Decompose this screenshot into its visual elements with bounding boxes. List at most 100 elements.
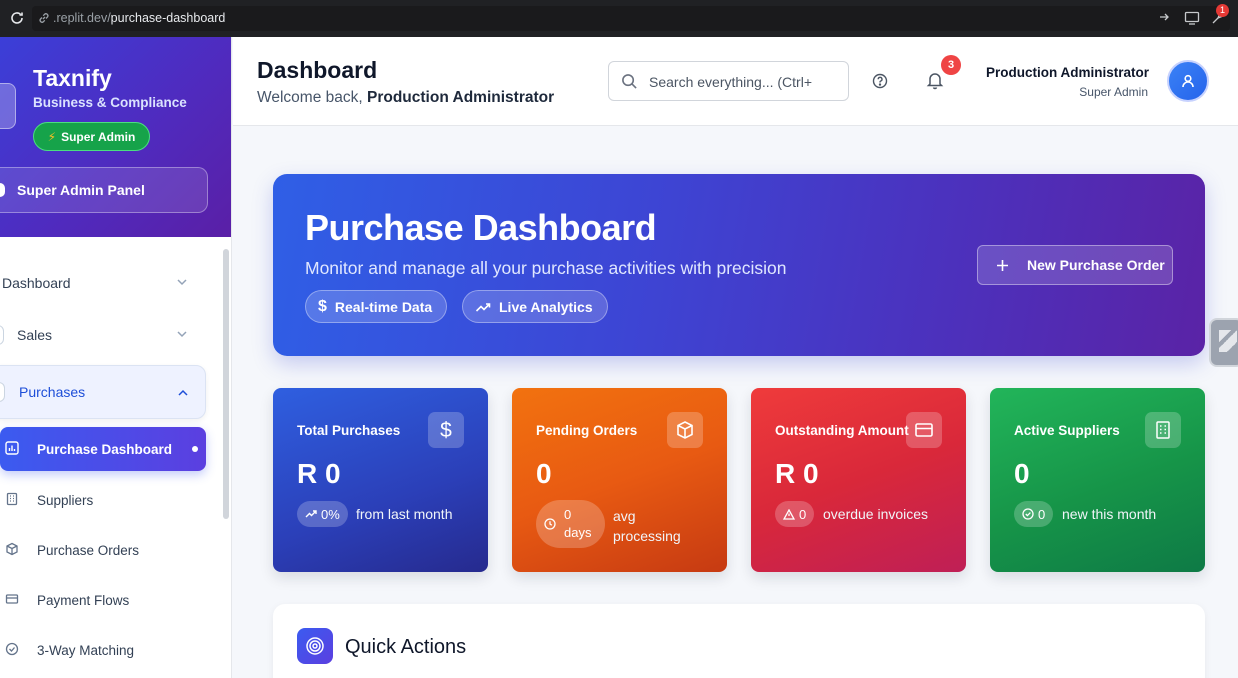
dollar-icon: $ bbox=[318, 297, 327, 315]
building-icon bbox=[1145, 412, 1181, 448]
sidebar-item-label: Dashboard bbox=[2, 275, 71, 291]
bar-chart-icon bbox=[5, 441, 19, 455]
user-name: Production Administrator bbox=[986, 65, 1150, 80]
days-value: 0 bbox=[564, 507, 572, 523]
stat-title: Outstanding Amount bbox=[775, 423, 909, 438]
welcome-prefix: Welcome back, bbox=[257, 89, 363, 106]
role-badge: ⚡ Super Admin bbox=[33, 122, 150, 151]
search-icon bbox=[622, 74, 637, 89]
sidebar-item-sales[interactable]: Sales bbox=[0, 311, 206, 359]
plus-icon bbox=[997, 259, 1008, 271]
check-circle-icon bbox=[5, 642, 19, 656]
overdue-chip: 0 bbox=[775, 501, 815, 527]
url-text: .replit.dev/purchase-dashboard bbox=[53, 11, 226, 25]
new-purchase-order-button[interactable]: New Purchase Order bbox=[977, 245, 1173, 285]
user-icon bbox=[1182, 74, 1194, 88]
stat-note-line1: avg bbox=[613, 508, 636, 524]
quick-actions-section: Quick Actions bbox=[273, 604, 1205, 678]
trending-up-icon bbox=[475, 302, 491, 312]
alert-triangle-icon bbox=[783, 508, 795, 520]
realtime-data-label: Real-time Data bbox=[334, 298, 433, 315]
extension-badge: 1 bbox=[1216, 4, 1229, 17]
welcome-text: Welcome back, Production Administrator bbox=[257, 89, 554, 107]
avatar[interactable] bbox=[1167, 60, 1209, 102]
welcome-name: Production Administrator bbox=[366, 89, 555, 106]
link-icon bbox=[39, 13, 49, 23]
stat-card-outstanding-amount: Outstanding Amount R 0 0 overdue invoice… bbox=[751, 388, 966, 572]
sidebar-item-suppliers[interactable]: Suppliers bbox=[0, 481, 206, 519]
stat-card-active-suppliers: Active Suppliers 0 0 new this month bbox=[990, 388, 1205, 572]
sidebar-scrollbar[interactable] bbox=[223, 249, 229, 519]
stat-value: 0 bbox=[536, 458, 552, 489]
top-header: Dashboard Welcome back, Production Admin… bbox=[233, 37, 1238, 126]
sidebar-item-purchase-orders[interactable]: Purchase Orders bbox=[0, 531, 206, 569]
search-box[interactable] bbox=[608, 61, 849, 101]
stat-title: Total Purchases bbox=[297, 423, 401, 438]
chevron-up-icon bbox=[178, 389, 188, 396]
trending-up-icon bbox=[305, 510, 317, 518]
stat-card-pending-orders: Pending Orders 0 0 days avg processing bbox=[512, 388, 727, 572]
browser-toolbar: .replit.dev/purchase-dashboard 1 bbox=[0, 0, 1238, 37]
clock-icon bbox=[544, 518, 556, 530]
role-badge-label: Super Admin bbox=[61, 129, 136, 144]
stat-value: R 0 bbox=[297, 458, 341, 489]
sidebar-item-label: Purchases bbox=[19, 384, 86, 400]
arrow-right-icon[interactable] bbox=[1158, 10, 1170, 24]
sidebar-item-purchases[interactable]: Purchases bbox=[0, 365, 206, 419]
live-analytics-label: Live Analytics bbox=[499, 298, 593, 315]
target-icon bbox=[297, 628, 333, 664]
lightning-icon: ⚡ bbox=[47, 129, 57, 144]
overdue-count: 0 bbox=[799, 506, 807, 522]
credit-card-icon bbox=[906, 412, 942, 448]
stat-value: R 0 bbox=[775, 458, 819, 489]
brand-subtitle: Business & Compliance bbox=[33, 95, 187, 110]
floating-widget[interactable] bbox=[1209, 318, 1238, 367]
stat-title: Pending Orders bbox=[536, 423, 638, 438]
help-icon[interactable] bbox=[872, 73, 888, 89]
trend-value: 0% bbox=[321, 506, 340, 522]
sidebar-item-dashboard[interactable]: Dashboard bbox=[0, 259, 206, 307]
bell-icon[interactable] bbox=[925, 70, 945, 90]
stat-note-line2: processing bbox=[613, 528, 681, 545]
sales-icon bbox=[0, 325, 4, 345]
package-icon bbox=[667, 412, 703, 448]
widget-icon bbox=[1219, 330, 1237, 352]
chevron-down-icon bbox=[177, 331, 187, 338]
sidebar-item-label: Sales bbox=[17, 327, 53, 343]
address-bar[interactable]: .replit.dev/purchase-dashboard bbox=[32, 6, 1230, 31]
purchases-icon bbox=[0, 382, 5, 402]
sidebar-item-purchase-dashboard[interactable]: Purchase Dashboard bbox=[0, 427, 206, 471]
live-analytics-pill: Live Analytics bbox=[462, 290, 608, 323]
stat-note: overdue invoices bbox=[823, 506, 929, 522]
dollar-icon: $ bbox=[428, 412, 464, 448]
new-purchase-order-label: New Purchase Order bbox=[1027, 257, 1165, 273]
sidebar-item-3-way-matching[interactable]: 3-Way Matching bbox=[0, 631, 206, 669]
sidebar-header: Taxnify Business & Compliance ⚡ Super Ad… bbox=[0, 37, 231, 237]
notification-badge: 3 bbox=[941, 55, 961, 75]
processing-days-chip: 0 days bbox=[536, 500, 606, 548]
chevron-down-icon bbox=[177, 279, 187, 286]
stat-note: from last month bbox=[356, 506, 453, 522]
sidebar-item-payment-flows[interactable]: Payment Flows bbox=[0, 581, 206, 619]
sidebar-item-label: Purchase Orders bbox=[37, 542, 140, 558]
stat-title: Active Suppliers bbox=[1014, 423, 1120, 438]
reload-icon[interactable] bbox=[9, 10, 25, 26]
search-input[interactable] bbox=[649, 71, 841, 93]
stat-note: new this month bbox=[1062, 506, 1157, 522]
building-icon bbox=[6, 492, 18, 506]
hero-banner: Purchase Dashboard Monitor and manage al… bbox=[273, 174, 1205, 356]
page-title: Dashboard bbox=[257, 57, 378, 83]
sidebar: Taxnify Business & Compliance ⚡ Super Ad… bbox=[0, 37, 232, 678]
stat-note: avg processing bbox=[613, 506, 681, 547]
cast-icon[interactable] bbox=[1184, 10, 1200, 26]
hero-title: Purchase Dashboard bbox=[305, 207, 657, 248]
active-indicator bbox=[192, 446, 198, 452]
trend-chip: 0% bbox=[297, 501, 348, 527]
check-circle-icon bbox=[1022, 508, 1034, 520]
days-unit: days bbox=[564, 525, 592, 540]
package-icon bbox=[6, 542, 18, 556]
user-role: Super Admin bbox=[1079, 85, 1148, 99]
super-admin-panel-button[interactable]: Super Admin Panel bbox=[0, 167, 208, 213]
quick-actions-title: Quick Actions bbox=[345, 636, 467, 658]
realtime-data-pill: $ Real-time Data bbox=[305, 290, 448, 323]
